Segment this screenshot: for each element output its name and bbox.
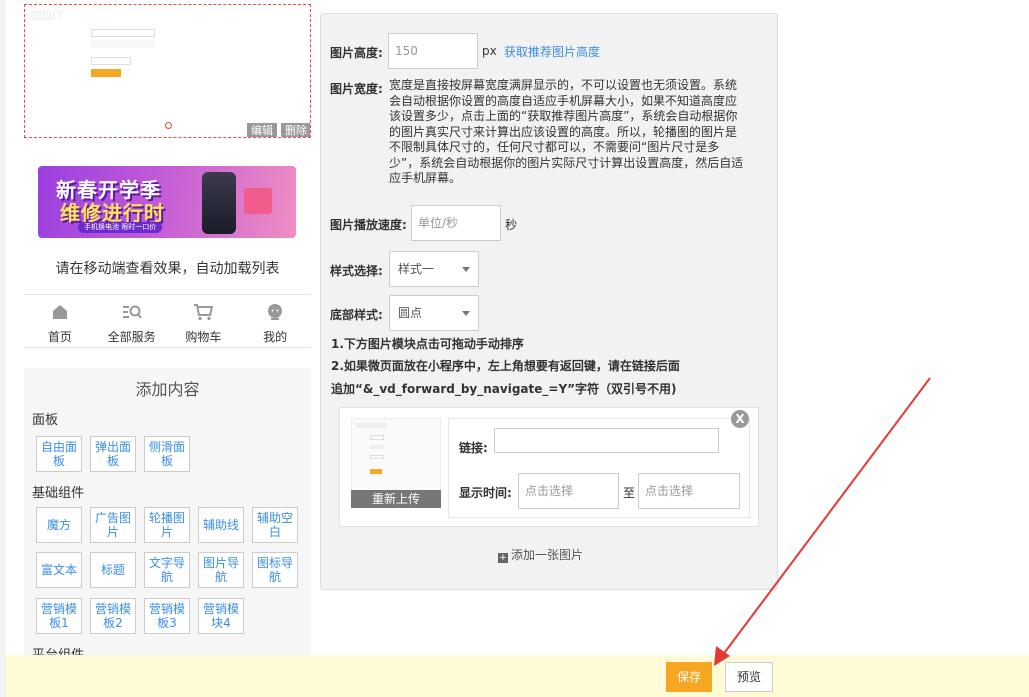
tabbar-label: 我的	[263, 330, 288, 344]
save-button[interactable]: 保存	[666, 662, 712, 692]
thumbnail-tab	[33, 11, 41, 20]
mobile-preview-note: 请在移动端查看效果，自动加载列表	[55, 261, 280, 277]
thumbnail-input	[91, 29, 155, 37]
home-icon	[49, 301, 71, 323]
display-time-start-input[interactable]: 点击选择	[518, 473, 619, 509]
thumbnail-tabs	[33, 11, 61, 20]
left-edge-strip	[0, 0, 6, 697]
component-button-marketing-template-1[interactable]: 营销模板1	[36, 598, 82, 634]
play-speed-input[interactable]: 单位/秒	[411, 205, 501, 241]
group-title-basic: 基础组件	[32, 486, 85, 501]
component-button-text-nav[interactable]: 文字导航	[144, 552, 190, 588]
component-button-popup-panel[interactable]: 弹出面板	[90, 436, 136, 472]
component-button-image-nav[interactable]: 图片导航	[198, 552, 244, 588]
banner-tag: 手机换电池 限时一口价	[78, 222, 163, 233]
search-list-icon	[121, 301, 143, 323]
component-button-cube[interactable]: 魔方	[36, 507, 82, 543]
chevron-down-icon	[462, 267, 470, 272]
user-icon	[264, 301, 286, 323]
gift-graphic	[244, 188, 272, 214]
carousel-module-preview[interactable]: 编辑 删除	[24, 4, 311, 138]
component-button-ad-image[interactable]: 广告图片	[90, 507, 136, 543]
display-time-end-input[interactable]: 点击选择	[638, 473, 740, 509]
add-content-title: 添加内容	[135, 380, 200, 399]
component-button-marketing-template-2[interactable]: 营销模板2	[90, 598, 136, 634]
component-button-heading[interactable]: 标题	[90, 552, 136, 588]
component-button-slide-panel[interactable]: 侧滑面板	[144, 436, 190, 472]
tabbar-item-all-services[interactable]: 全部服务	[96, 295, 168, 347]
tabbar-label: 全部服务	[107, 330, 156, 344]
thumbnail-button	[91, 69, 121, 77]
style-select-label: 样式选择:	[330, 264, 383, 278]
instruction-note-3: 追加“&_vd_forward_by_navigate_=Y”字符（双引号不用)	[331, 382, 677, 396]
display-time-to: 至	[623, 486, 636, 500]
mobile-tabbar: 首页 全部服务 购物车 我的	[24, 294, 311, 348]
image-link-panel: 链接: 显示时间: 点击选择 至 点击选择	[448, 418, 750, 518]
image-height-label: 图片高度:	[330, 46, 383, 60]
image-width-description: 宽度是直接按屏幕宽度满屏显示的，不可以设置也无须设置。系统会自动根据你设置的高度…	[389, 78, 744, 185]
component-button-rich-text[interactable]: 富文本	[36, 552, 82, 588]
remove-image-close-icon[interactable]: X	[731, 410, 749, 428]
bottom-style-select[interactable]: 圆点	[389, 295, 479, 331]
instruction-note-1: 1.下方图片模块点击可拖动手动排序	[331, 337, 524, 351]
tabbar-label: 首页	[47, 330, 72, 344]
delete-module-button[interactable]: 删除	[281, 123, 310, 137]
link-input[interactable]	[494, 428, 719, 453]
reupload-image-button[interactable]: 重新上传	[351, 490, 441, 508]
get-recommended-height-link[interactable]: 获取推荐图片高度	[504, 43, 600, 60]
chevron-down-icon	[462, 311, 470, 316]
component-button-divider[interactable]: 辅助线	[198, 507, 244, 543]
image-width-label: 图片宽度:	[330, 82, 383, 96]
thumbnail-input	[91, 40, 155, 48]
component-button-spacer[interactable]: 辅助空白	[252, 507, 298, 543]
component-button-carousel[interactable]: 轮播图片	[144, 507, 190, 543]
add-content-panel: 添加内容 面板 自由面板 弹出面板 侧滑面板 基础组件 魔方 广告图片 轮播图片…	[24, 368, 311, 668]
thumbnail-tab	[53, 11, 61, 20]
component-button-free-panel[interactable]: 自由面板	[36, 436, 82, 472]
style-select[interactable]: 样式一	[389, 251, 479, 287]
add-image-label: 添加一张图片	[511, 548, 584, 562]
carousel-image-item[interactable]: 重新上传 链接: 显示时间: 点击选择 至 点击选择	[339, 407, 759, 527]
style-select-value: 样式一	[398, 262, 435, 276]
image-height-input[interactable]: 150	[388, 33, 478, 69]
promo-banner-image: 新春开学季 维修进行时 手机换电池 限时一口价	[38, 166, 296, 238]
tabbar-item-home[interactable]: 首页	[24, 295, 96, 347]
plus-icon: +	[498, 553, 508, 563]
play-speed-label: 图片播放速度:	[330, 218, 407, 232]
thumbnail-tab	[43, 11, 51, 20]
link-label: 链接:	[459, 441, 488, 455]
play-speed-unit: 秒	[505, 218, 518, 232]
preview-button[interactable]: 预览	[725, 662, 773, 692]
bottom-style-label: 底部样式:	[330, 308, 383, 322]
tabbar-item-cart[interactable]: 购物车	[168, 295, 240, 347]
tabbar-item-mine[interactable]: 我的	[239, 295, 311, 347]
add-image-button[interactable]: + 添加一张图片	[498, 546, 583, 563]
tabbar-label: 购物车	[185, 330, 222, 344]
display-time-label: 显示时间:	[459, 486, 512, 500]
image-height-unit: px	[482, 44, 497, 58]
thumbnail-input	[91, 57, 131, 65]
cart-icon	[192, 301, 214, 323]
instruction-note-2: 2.如果微页面放在小程序中，左上角想要有返回键，请在链接后面	[331, 359, 680, 373]
carousel-indicator-dot	[165, 122, 172, 129]
edit-module-button[interactable]: 编辑	[247, 123, 277, 137]
component-button-marketing-module-4[interactable]: 营销模块4	[198, 598, 244, 634]
left-preview-column: 编辑 删除 新春开学季 维修进行时 手机换电池 限时一口价 请在移动端查看效果，…	[0, 0, 312, 697]
component-button-marketing-template-3[interactable]: 营销模板3	[144, 598, 190, 634]
group-title-panel: 面板	[32, 413, 59, 428]
bottom-action-bar	[6, 655, 1029, 697]
component-button-icon-nav[interactable]: 图标导航	[252, 552, 298, 588]
bottom-style-value: 圆点	[398, 306, 423, 320]
phone-graphic	[202, 172, 236, 234]
